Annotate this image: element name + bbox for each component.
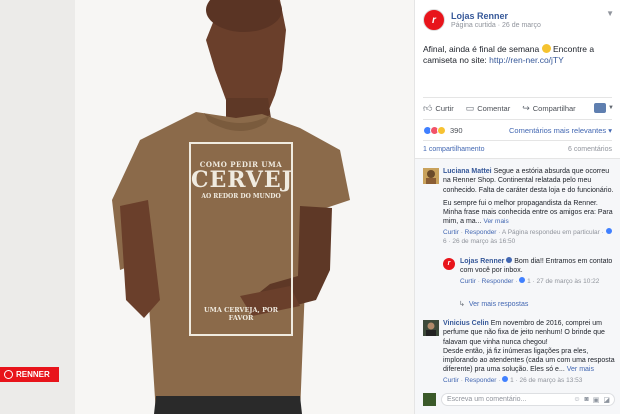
like-reaction-icon <box>519 276 526 283</box>
share-button[interactable]: ↪ Compartilhar <box>522 103 575 114</box>
comment-sort-label: Comentários mais relevantes <box>509 125 607 135</box>
user-avatar <box>423 393 436 406</box>
verified-badge-icon <box>506 257 513 263</box>
reply-item: r Lojas Renner Bom dia!! Entramos em con… <box>443 257 615 286</box>
chevron-down-icon[interactable]: ▼ <box>608 105 614 111</box>
divider <box>423 140 612 141</box>
divider <box>423 97 612 98</box>
comment-text-continued: Eu sempre fui o melhor propagandista da … <box>443 199 613 226</box>
like-reaction-icon <box>502 375 509 382</box>
comment-like-link[interactable]: Curtir <box>443 377 459 384</box>
comment-reply-link[interactable]: Responder <box>482 278 514 285</box>
product-photo[interactable]: COMO PEDIR UMA CERVEJA AO REDOR DO MUNDO… <box>0 0 414 414</box>
see-more-link[interactable]: Ver mais <box>483 218 508 225</box>
comments-section: Luciana Mattei Segue a estória absurda q… <box>415 158 620 414</box>
post-text-main: Afinal, ainda é final de semana <box>423 44 540 54</box>
camera-icon[interactable]: ◙ <box>585 396 589 404</box>
divider <box>423 119 612 120</box>
commenter-avatar[interactable] <box>423 168 439 184</box>
comment-label: Comentar <box>477 103 511 113</box>
comment-time[interactable]: 26 de março às 16:50 <box>452 238 515 245</box>
comment-input[interactable]: Escreva um comentário... ☺ ◙ ▣ ◪ <box>441 393 615 406</box>
like-label: Curtir <box>435 103 454 113</box>
page-replied-note: A Página respondeu em particular <box>501 228 600 236</box>
renner-badge-label: RENNER <box>16 370 50 379</box>
chevron-down-icon[interactable]: ▼ <box>606 9 614 18</box>
page-avatar[interactable]: r <box>443 258 455 270</box>
commenter-name[interactable]: Lojas Renner <box>460 258 504 265</box>
reply-arrow-icon: ↳ <box>459 301 465 308</box>
comment-reactions: 1 <box>527 277 531 285</box>
comment-time[interactable]: 26 de março às 13:53 <box>519 377 582 384</box>
post-panel: r Lojas Renner Página curtida · 26 de ma… <box>414 0 620 414</box>
like-reaction-icon <box>605 227 612 234</box>
comment-like-link[interactable]: Curtir <box>443 229 459 236</box>
emoji-icon[interactable]: ☺ <box>573 396 580 404</box>
thumbs-up-icon: 👍︎ <box>423 102 433 113</box>
share-arrow-icon: ↪ <box>522 102 530 113</box>
share-label: Compartilhar <box>532 103 576 113</box>
shirt-print-title: CERVEJA <box>191 167 293 193</box>
comment-reply-link[interactable]: Responder <box>465 229 497 236</box>
comment-composer: Escreva um comentário... ☺ ◙ ▣ ◪ <box>423 393 615 407</box>
commenter-avatar[interactable] <box>423 320 439 336</box>
commenter-name[interactable]: Vinicius Celin <box>443 320 489 327</box>
comment-meta: Curtir · Responder · 1 · 26 de março às … <box>443 375 583 384</box>
sticker-icon[interactable]: ◪ <box>603 396 610 404</box>
post-text: Afinal, ainda é final de semana Encontre… <box>423 44 608 66</box>
shares-count-link[interactable]: 1 compartilhamento <box>423 146 484 153</box>
view-more-replies-label: Ver mais respostas <box>468 301 529 308</box>
post-link[interactable]: http://ren-ner.co/jTY <box>489 55 564 65</box>
comment-sort-dropdown[interactable]: Comentários mais relevantes ▾ <box>509 126 612 135</box>
comment-button[interactable]: ▭ Comentar <box>466 103 510 114</box>
posting-as-avatar[interactable] <box>594 103 607 113</box>
view-more-replies-link[interactable]: ↳ Ver mais respostas <box>459 300 528 308</box>
share-count-row: 1 compartilhamento 6 comentários <box>423 146 612 153</box>
see-more-link[interactable]: Ver mais <box>567 366 594 373</box>
comment-reply-link[interactable]: Responder <box>465 377 497 384</box>
reactions-count: 390 <box>450 125 463 135</box>
comment-placeholder: Escreva um comentário... <box>447 396 527 403</box>
shirt-print-bottom: UMA CERVEJA, POR FAVOR <box>203 306 279 322</box>
page-type: Página curtida <box>451 22 496 29</box>
renner-logo-icon <box>4 370 13 379</box>
smile-emoji-icon <box>541 44 551 53</box>
post-meta: Página curtida · 26 de março <box>451 22 541 29</box>
composer-icons: ☺ ◙ ▣ ◪ <box>573 396 610 404</box>
post-actions: 👍︎ Curtir ▭ Comentar ↪ Compartilhar ▼ <box>423 101 614 115</box>
wow-reaction-icon <box>437 125 446 135</box>
comment-meta: Curtir · Responder · A Página respondeu … <box>443 227 615 247</box>
comment-time[interactable]: 27 de março às 10:22 <box>536 278 599 285</box>
reactions-summary[interactable]: 390 Comentários mais relevantes ▾ <box>423 124 612 136</box>
shirt-print-graphic: COMO PEDIR UMA CERVEJA AO REDOR DO MUNDO… <box>189 142 293 336</box>
comment-reactions: 6 <box>443 238 447 246</box>
post-date[interactable]: 26 de março <box>502 22 541 29</box>
commenter-name[interactable]: Luciana Mattei <box>443 168 492 175</box>
comment-like-link[interactable]: Curtir <box>460 278 476 285</box>
shirt-print-subtitle: AO REDOR DO MUNDO <box>201 193 281 200</box>
comment-item: Vinicius Celin Em novembro de 2016, comp… <box>423 319 615 385</box>
page-avatar[interactable]: r <box>423 9 445 31</box>
comments-count[interactable]: 6 comentários <box>568 146 612 153</box>
comment-reactions: 1 <box>510 376 514 384</box>
renner-logo-badge: RENNER <box>0 367 59 382</box>
comment-bubble-icon: ▭ <box>465 102 475 113</box>
comment-item: Luciana Mattei Segue a estória absurda q… <box>423 167 615 246</box>
gif-icon[interactable]: ▣ <box>593 396 600 404</box>
comment-meta: Curtir · Responder · 1 · 27 de março às … <box>460 276 600 285</box>
page-name-link[interactable]: Lojas Renner <box>451 11 508 21</box>
like-button[interactable]: 👍︎ Curtir <box>423 103 454 114</box>
post-header: r Lojas Renner Página curtida · 26 de ma… <box>423 9 614 33</box>
